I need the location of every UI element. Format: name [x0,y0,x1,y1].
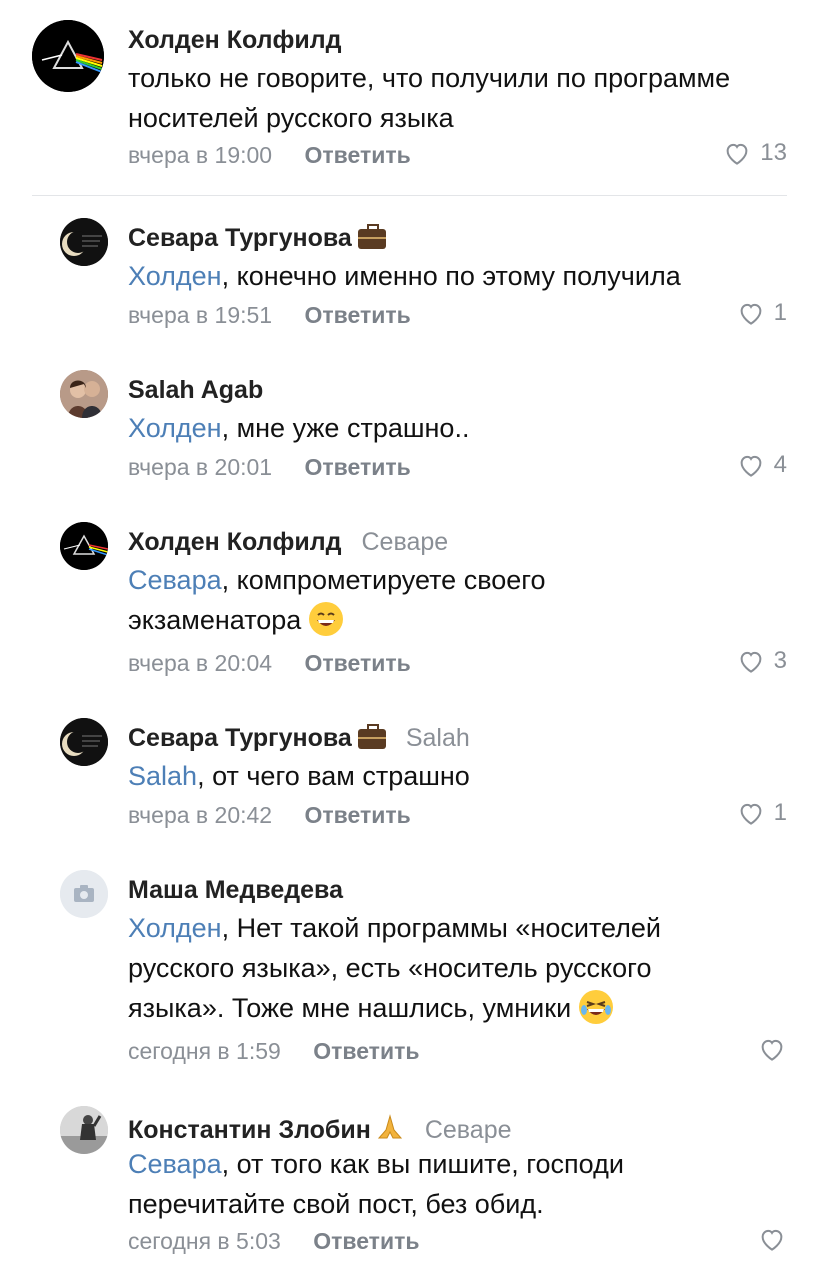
heart-icon [761,1039,783,1061]
comment-author[interactable]: Холден Колфилд [128,26,341,55]
avatar[interactable] [60,1106,108,1154]
heart-icon [761,1229,783,1251]
comment-time: вчера в 20:42 [128,802,273,828]
like-count: 13 [760,139,787,166]
comment-meta: вчера в 19:51 Ответить [128,302,411,329]
like-button[interactable] [757,1224,787,1254]
photo-avatar-icon [60,370,108,418]
comment-time: вчера в 19:00 [128,142,273,168]
reply-button[interactable]: Ответить [305,454,411,480]
comment-author[interactable]: Холден Колфилд Севаре [128,528,448,557]
mention-link[interactable]: Холден [128,261,222,291]
comment-author[interactable]: Маша Медведева [128,876,343,905]
divider [32,195,787,196]
briefcase-icon [357,223,386,249]
photo-avatar-icon [60,1106,108,1154]
avatar[interactable] [60,718,108,766]
mention-link[interactable]: Севара [128,1149,222,1179]
comment-text: Холден, мне уже страшно.. [128,413,470,443]
like-button[interactable]: 1 [736,798,787,828]
like-button[interactable]: 4 [736,450,787,480]
comment-author[interactable]: Севара Тургунова Salah [128,723,470,753]
avatar[interactable] [60,870,108,918]
comment-meta: вчера в 19:00 Ответить [128,142,411,169]
comment-author[interactable]: Севара Тургунова [128,223,386,253]
comment-text: Холден, конечно именно по этому получила [128,261,681,291]
avatar[interactable] [60,218,108,266]
reply-button[interactable]: Ответить [305,142,411,168]
comment-time: вчера в 20:01 [128,454,273,480]
moon-icon [60,718,108,766]
prism-icon [60,522,108,570]
heart-icon [740,455,762,477]
camera-icon [60,870,108,918]
moon-icon [60,218,108,266]
mention-link[interactable]: Холден [128,413,222,443]
comment-text: только не говорите, что получили по прог… [128,63,731,133]
comment-time: сегодня в 5:03 [128,1228,281,1254]
heart-icon [740,303,762,325]
comment-text: Севара, от того как вы пишите, господи п… [128,1149,624,1219]
like-button[interactable]: 1 [736,298,787,328]
heart-icon [740,651,762,673]
reply-to-label[interactable]: Salah [406,724,470,753]
like-button[interactable] [757,1034,787,1064]
comment-time: вчера в 19:51 [128,302,273,328]
reply-button[interactable]: Ответить [305,302,411,328]
comment-text: Холден, Нет такой программы «носителей р… [128,913,661,1024]
reply-to-label[interactable]: Севаре [361,528,448,557]
reply-button[interactable]: Ответить [305,650,411,676]
tears-of-joy-emoji-icon [579,989,614,1024]
mention-link[interactable]: Севара [128,565,222,595]
briefcase-icon [357,723,386,749]
comment-time: вчера в 20:04 [128,650,273,676]
avatar[interactable] [32,20,104,92]
heart-icon [740,803,762,825]
grinning-emoji-icon [309,601,344,636]
comment-text: Salah, от чего вам страшно [128,761,470,791]
mention-link[interactable]: Холден [128,913,222,943]
like-button[interactable]: 3 [736,646,787,676]
heart-icon [726,143,748,165]
comment-time: сегодня в 1:59 [128,1038,281,1064]
like-count: 4 [773,451,787,478]
like-count: 1 [773,799,787,826]
reply-button[interactable]: Ответить [313,1038,419,1064]
comment-text: Севара, компрометируете своего экзаменат… [128,565,546,636]
comment-meta: сегодня в 5:03 Ответить [128,1228,420,1255]
reply-button[interactable]: Ответить [313,1228,419,1254]
mention-link[interactable]: Salah [128,761,197,791]
comment-meta: сегодня в 1:59 Ответить [128,1038,420,1065]
reply-to-label[interactable]: Севаре [425,1116,512,1145]
comment-author[interactable]: Salah Agab [128,376,263,405]
prism-icon [32,20,104,92]
comment-meta: вчера в 20:42 Ответить [128,802,411,829]
avatar[interactable] [60,370,108,418]
like-button[interactable]: 13 [722,138,787,168]
like-count: 3 [773,647,787,674]
comment-meta: вчера в 20:01 Ответить [128,454,411,481]
reply-button[interactable]: Ответить [305,802,411,828]
comment-meta: вчера в 20:04 Ответить [128,650,411,677]
avatar[interactable] [60,522,108,570]
like-count: 1 [773,299,787,326]
